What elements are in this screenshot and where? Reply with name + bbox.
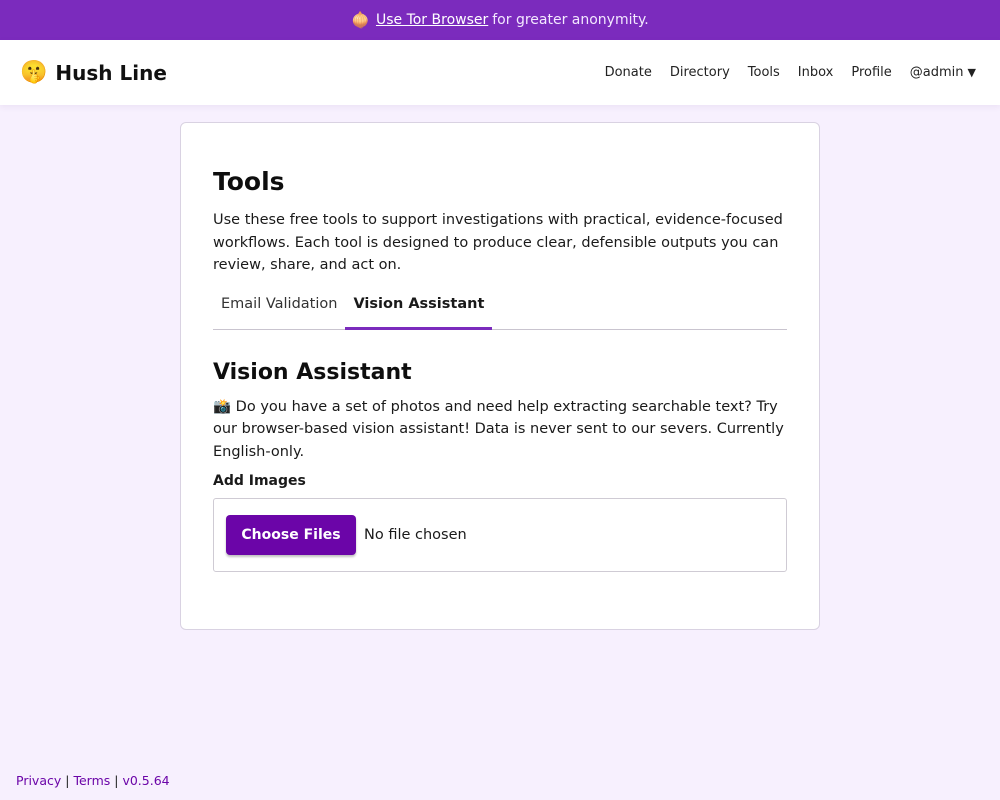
tools-card: Tools Use these free tools to support in…	[180, 122, 820, 630]
nav-donate[interactable]: Donate	[605, 65, 652, 80]
banner-suffix-text: for greater anonymity.	[492, 12, 649, 28]
image-file-input[interactable]: Choose Files No file chosen	[213, 498, 787, 572]
terms-link[interactable]: Terms	[73, 773, 110, 788]
main-nav: Donate Directory Tools Inbox Profile @ad…	[605, 65, 976, 80]
tor-banner: 🧅 Use Tor Browser for greater anonymity.	[0, 0, 1000, 40]
onion-icon: 🧅	[351, 11, 370, 29]
version-label: v0.5.64	[122, 773, 170, 788]
file-status-text: No file chosen	[364, 527, 467, 543]
privacy-link[interactable]: Privacy	[16, 773, 61, 788]
page-intro: Use these free tools to support investig…	[213, 212, 783, 273]
tab-vision-assistant[interactable]: Vision Assistant	[345, 295, 493, 330]
site-header: 🤫 Hush Line Donate Directory Tools Inbox…	[0, 40, 1000, 105]
nav-profile[interactable]: Profile	[851, 65, 891, 80]
nav-tools[interactable]: Tools	[748, 65, 780, 80]
nav-directory[interactable]: Directory	[670, 65, 730, 80]
section-description-text: Do you have a set of photos and need hel…	[213, 398, 784, 460]
tools-tabs: Email Validation Vision Assistant	[213, 295, 787, 330]
brand-name: Hush Line	[55, 60, 167, 85]
add-images-label: Add Images	[213, 473, 306, 489]
footer-separator: |	[114, 773, 119, 788]
user-menu-label: @admin	[909, 65, 964, 80]
site-footer: Privacy | Terms | v0.5.64	[16, 773, 170, 788]
brand-home-link[interactable]: 🤫 Hush Line	[20, 61, 167, 85]
choose-files-button[interactable]: Choose Files	[226, 515, 356, 555]
page-title: Tools	[213, 167, 285, 196]
shushing-face-logo-icon: 🤫	[20, 59, 48, 85]
tab-email-validation[interactable]: Email Validation	[213, 295, 345, 329]
user-menu-toggle[interactable]: @admin ▼	[910, 65, 976, 80]
caret-down-icon: ▼	[967, 66, 976, 79]
camera-flash-icon: 📸	[213, 398, 232, 415]
nav-inbox[interactable]: Inbox	[798, 65, 834, 80]
footer-separator: |	[65, 773, 70, 788]
section-description: 📸 Do you have a set of photos and need h…	[213, 396, 787, 464]
tor-browser-link[interactable]: Use Tor Browser	[376, 12, 488, 28]
section-title: Vision Assistant	[213, 359, 412, 385]
